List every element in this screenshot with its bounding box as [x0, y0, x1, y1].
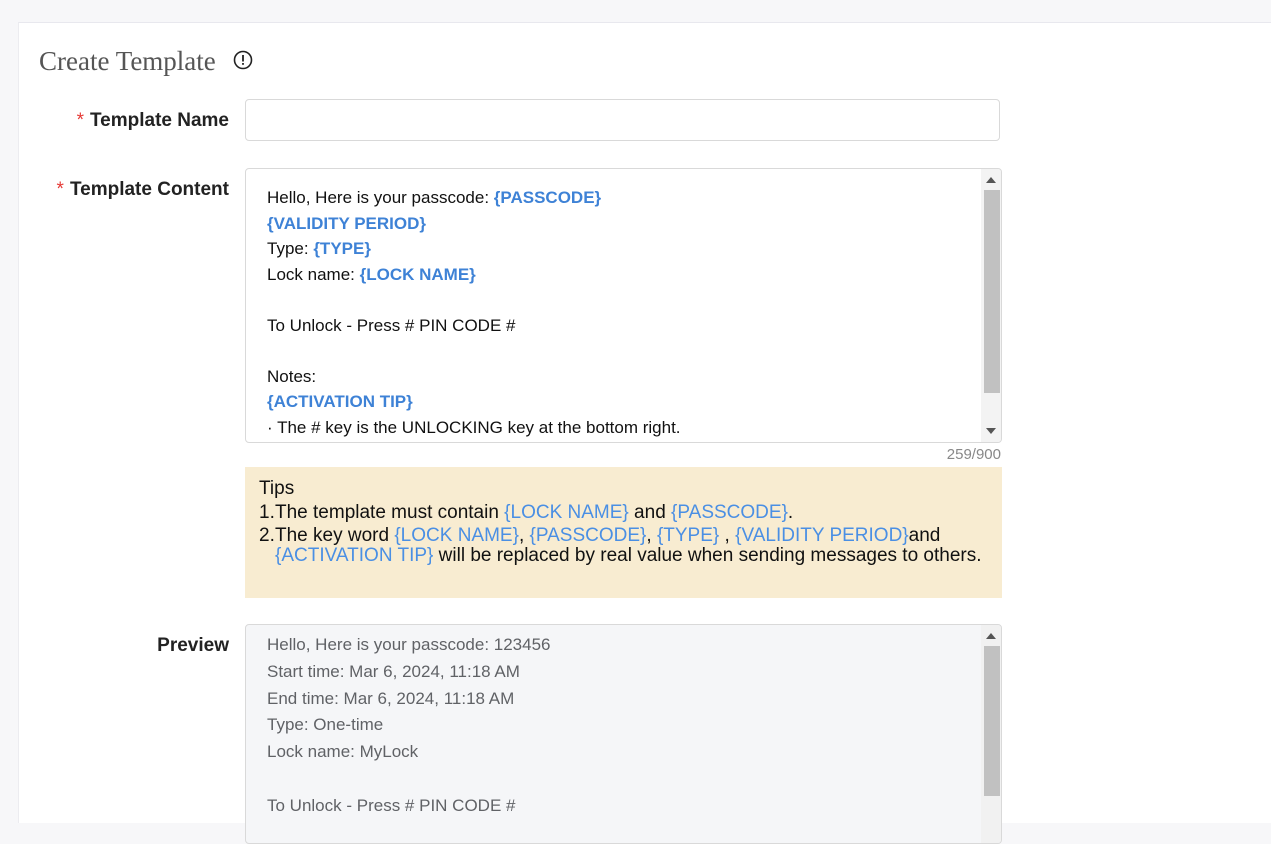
content-text: To Unlock - Press # PIN CODE #: [267, 315, 516, 335]
template-content-editor[interactable]: Hello, Here is your passcode: {PASSCODE}…: [245, 168, 1002, 443]
keyword-token: {LOCK NAME}: [504, 501, 629, 523]
keyword-token: {LOCK NAME}: [394, 525, 519, 546]
tips-item: 2. The key word {LOCK NAME}, {PASSCODE}, …: [259, 526, 988, 565]
required-mark: *: [56, 179, 64, 200]
tips-item-number: 1.: [259, 501, 275, 523]
preview-line: Type: One-time: [267, 715, 384, 735]
preview-box: Hello, Here is your passcode: 123456 Star…: [245, 624, 1002, 844]
keyword-token: {VALIDITY PERIOD}: [735, 525, 909, 546]
tips-text: The key word: [275, 525, 395, 546]
content-text: Type:: [267, 239, 314, 258]
keyword-token: {PASSCODE}: [529, 525, 647, 546]
preview-line: Start time: Mar 6, 2024, 11:18 AM: [267, 661, 520, 681]
content-line: [267, 287, 971, 313]
preview-text: Hello, Here is your passcode: 123456 Star…: [267, 632, 971, 820]
content-line: Notes:: [267, 364, 971, 390]
keyword-token: {LOCK NAME}: [359, 264, 476, 284]
content-line: · The # key is the UNLOCKING key at the …: [267, 415, 971, 441]
tips-item-number: 2.: [259, 525, 275, 546]
preview-line: End time: Mar 6, 2024, 11:18 AM: [267, 688, 515, 708]
preview-scroll-thumb[interactable]: [984, 646, 1000, 796]
content-text: Notes:: [267, 366, 317, 386]
keyword-token: {TYPE}: [656, 525, 720, 546]
tips-list: 1. The template must contain {LOCK NAME} …: [259, 501, 988, 566]
scroll-up-arrow-icon[interactable]: [986, 633, 996, 639]
scroll-down-arrow-icon[interactable]: [986, 428, 996, 434]
tips-item-text: The template must contain {LOCK NAME} an…: [275, 501, 794, 523]
preview-line: Lock name: MyLock: [267, 742, 419, 762]
template-content-text[interactable]: Hello, Here is your passcode: {PASSCODE}…: [267, 185, 971, 440]
preview-label: Preview: [157, 635, 229, 656]
tips-item: 1. The template must contain {LOCK NAME} …: [259, 501, 988, 523]
content-line: Type: {TYPE}: [267, 236, 971, 262]
character-counter: 259/900: [946, 446, 1001, 463]
content-line: To Unlock - Press # PIN CODE #: [267, 313, 971, 339]
tips-item-text: The key word {LOCK NAME}, {PASSCODE}, {T…: [275, 526, 988, 565]
tips-text: .: [787, 501, 794, 523]
tips-text: The template must contain: [275, 501, 505, 523]
page-title: Create Template: [39, 46, 216, 76]
tips-text: ,: [518, 525, 530, 546]
content-line: Hello, Here is your passcode: {PASSCODE}: [267, 185, 971, 211]
template-name-input[interactable]: [245, 99, 1000, 141]
tips-text: ,: [719, 525, 736, 546]
tips-title: Tips: [259, 478, 295, 499]
content-text: Lock name:: [267, 264, 360, 284]
tips-text: ,: [646, 525, 657, 546]
preview-line: Hello, Here is your passcode: 123456: [267, 635, 551, 654]
keyword-token: {VALIDITY PERIOD}: [267, 213, 427, 233]
preview-scrollbar[interactable]: [981, 625, 1001, 843]
content-line: {ACTIVATION TIP}: [267, 389, 971, 415]
editor-scrollbar[interactable]: [981, 169, 1001, 442]
info-circle-icon[interactable]: [233, 50, 253, 70]
tips-text: and: [628, 501, 672, 523]
content-line: {VALIDITY PERIOD}: [267, 211, 971, 237]
tips-box: Tips 1. The template must contain {LOCK N…: [245, 467, 1002, 598]
content-text: Hello, Here is your passcode:: [267, 188, 494, 207]
keyword-token: {TYPE}: [313, 239, 371, 258]
keyword-token: {ACTIVATION TIP}: [267, 392, 413, 411]
keyword-token: {PASSCODE}: [493, 188, 602, 207]
preview-line: To Unlock - Press # PIN CODE #: [267, 795, 516, 815]
content-line: Lock name: {LOCK NAME}: [267, 262, 971, 288]
keyword-token: {PASSCODE}: [671, 501, 788, 523]
editor-scroll-thumb[interactable]: [984, 190, 1000, 393]
template-name-label: * Template Name: [76, 110, 229, 131]
preview-line: [267, 766, 971, 793]
tips-text: will be replaced by real value when send…: [433, 544, 982, 566]
scroll-up-arrow-icon[interactable]: [986, 177, 996, 183]
tips-text: and: [908, 525, 941, 546]
create-template-card: Create Template * Template Name * Template…: [18, 22, 1271, 844]
keyword-token: {ACTIVATION TIP}: [275, 544, 434, 566]
template-content-label: * Template Content: [56, 179, 229, 200]
content-text: · The # key is the UNLOCKING key at the …: [267, 417, 681, 437]
required-mark: *: [76, 110, 84, 131]
content-line: [267, 338, 971, 364]
